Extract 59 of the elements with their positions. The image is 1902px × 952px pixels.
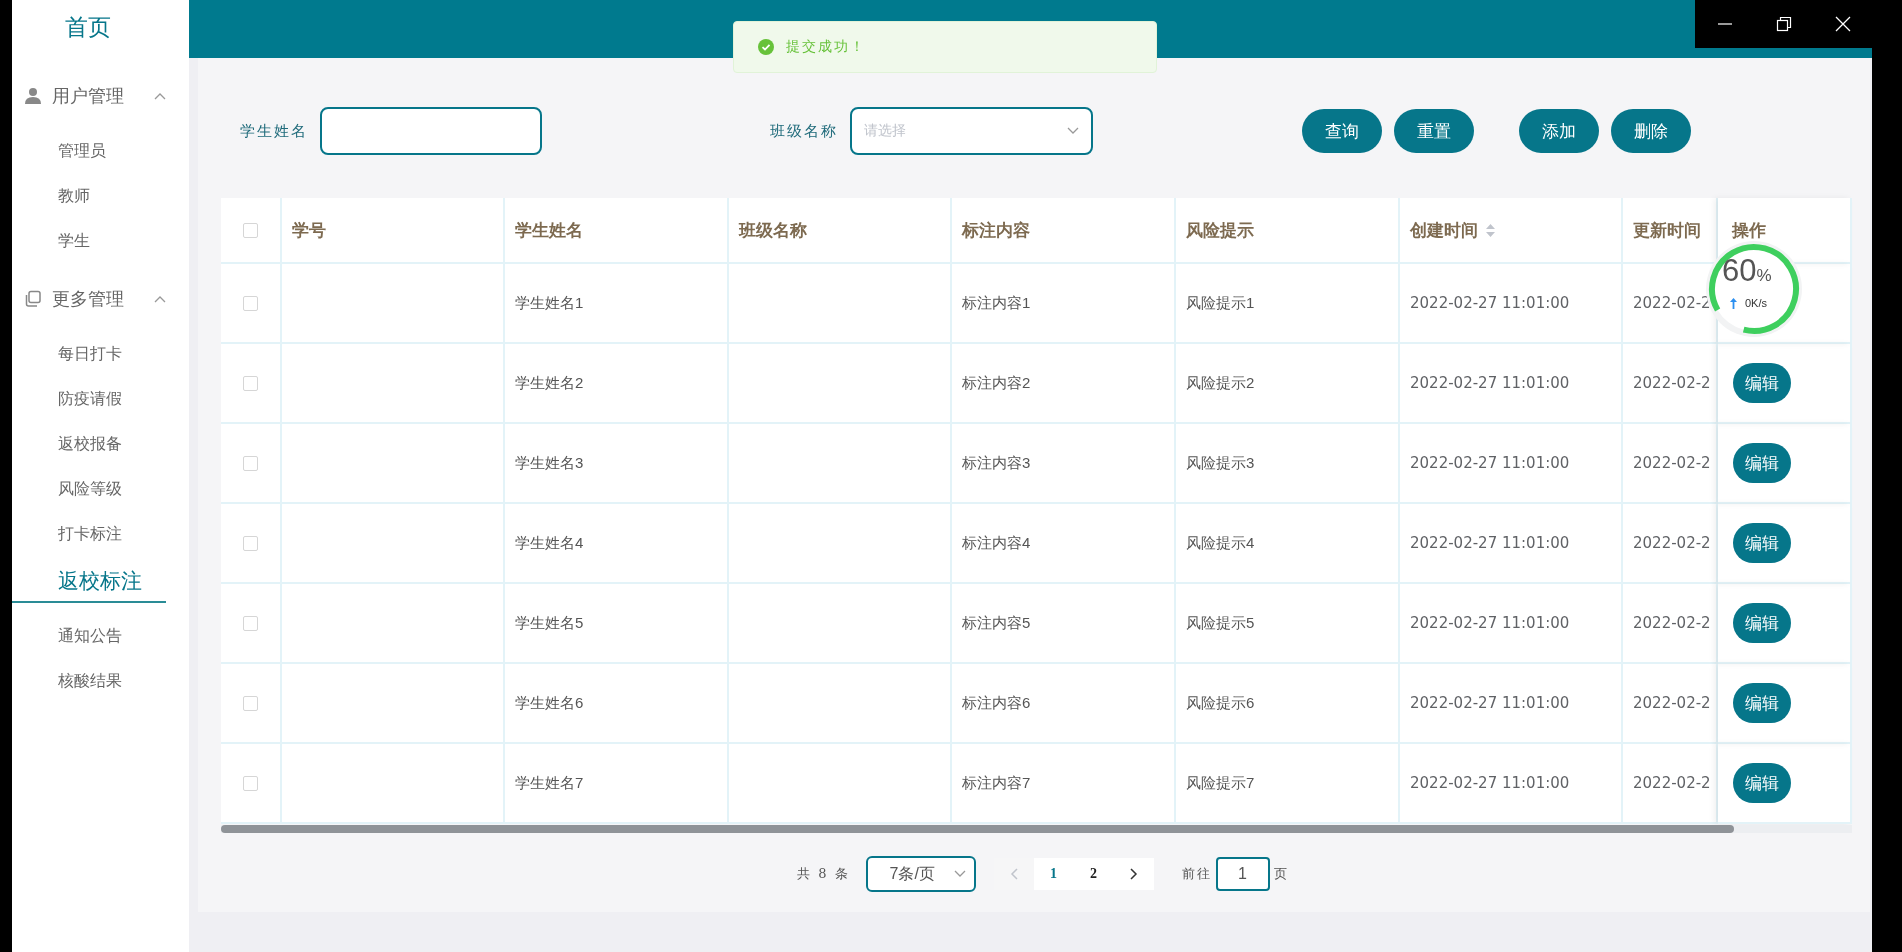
checkbox[interactable] [243,615,258,631]
person-icon [24,87,42,105]
close-icon[interactable] [1834,16,1851,32]
action-button[interactable]: 查询 [1302,109,1382,153]
edit-button[interactable]: 编辑 [1733,523,1791,563]
page-number[interactable]: 1 [1033,858,1074,890]
edit-button[interactable]: 编辑 [1733,763,1791,803]
action-button[interactable]: 重置 [1394,109,1474,153]
dropdown-caret-icon [953,870,966,878]
action-button[interactable]: 删除 [1611,109,1691,153]
menu-item[interactable]: 通知公告 [58,624,122,648]
chevron-right-icon [1129,868,1138,880]
menu-group[interactable]: 更多管理 [12,277,166,321]
checkbox[interactable] [243,375,258,391]
page-suffix: 页 [1273,865,1289,883]
chevron-up-icon [154,92,166,100]
checkbox[interactable] [243,295,258,311]
restore-icon[interactable] [1775,16,1792,32]
menu-item[interactable]: 风险等级 [58,477,122,501]
success-icon [758,39,774,55]
total-count: 共 8 条 [797,865,850,883]
next-page-button[interactable] [1113,858,1154,890]
menu-item[interactable]: 返校报备 [58,432,122,456]
field-label: 班级名称 [770,121,838,141]
home-link[interactable]: 首页 [12,0,164,50]
chevron-up-icon [154,295,166,303]
checkbox[interactable] [243,775,258,791]
menu-item[interactable]: 每日打卡 [58,342,122,366]
text-field[interactable] [320,107,542,155]
copy-icon [24,290,42,308]
menu-item[interactable]: 打卡标注 [58,522,122,546]
checkbox[interactable] [243,695,258,711]
field-label: 学生姓名 [240,121,308,141]
menu-item[interactable]: 返校标注 [58,567,142,595]
checkbox[interactable] [243,222,258,238]
edit-button[interactable]: 编辑 [1733,683,1791,723]
dropdown-caret-icon [1067,127,1079,135]
upload-arrow-icon [1730,297,1737,309]
menu-item[interactable]: 学生 [58,229,90,253]
checkbox[interactable] [243,455,258,471]
menu-group[interactable]: 用户管理 [12,74,166,118]
sort-icon[interactable] [1486,223,1495,237]
chevron-left-icon [1009,868,1018,880]
menu-item[interactable]: 管理员 [58,139,106,163]
scrollbar[interactable] [221,825,1852,833]
menu-item[interactable]: 核酸结果 [58,669,122,693]
menu-item[interactable]: 教师 [58,184,90,208]
edit-button[interactable]: 编辑 [1733,363,1791,403]
page-number[interactable]: 2 [1073,858,1114,890]
checkbox[interactable] [243,535,258,551]
page-size-select[interactable]: 7条/页 [865,856,976,892]
edit-button[interactable]: 编辑 [1733,443,1791,483]
goto-label: 前往 [1181,865,1212,883]
edit-button[interactable]: 编辑 [1733,603,1791,643]
network-speed: 0K/s [1745,297,1767,309]
page-input[interactable]: 1 [1215,857,1270,891]
action-button[interactable]: 添加 [1519,109,1599,153]
menu-item[interactable]: 防疫请假 [58,387,122,411]
toast-text: 提交成功！ [786,38,866,56]
